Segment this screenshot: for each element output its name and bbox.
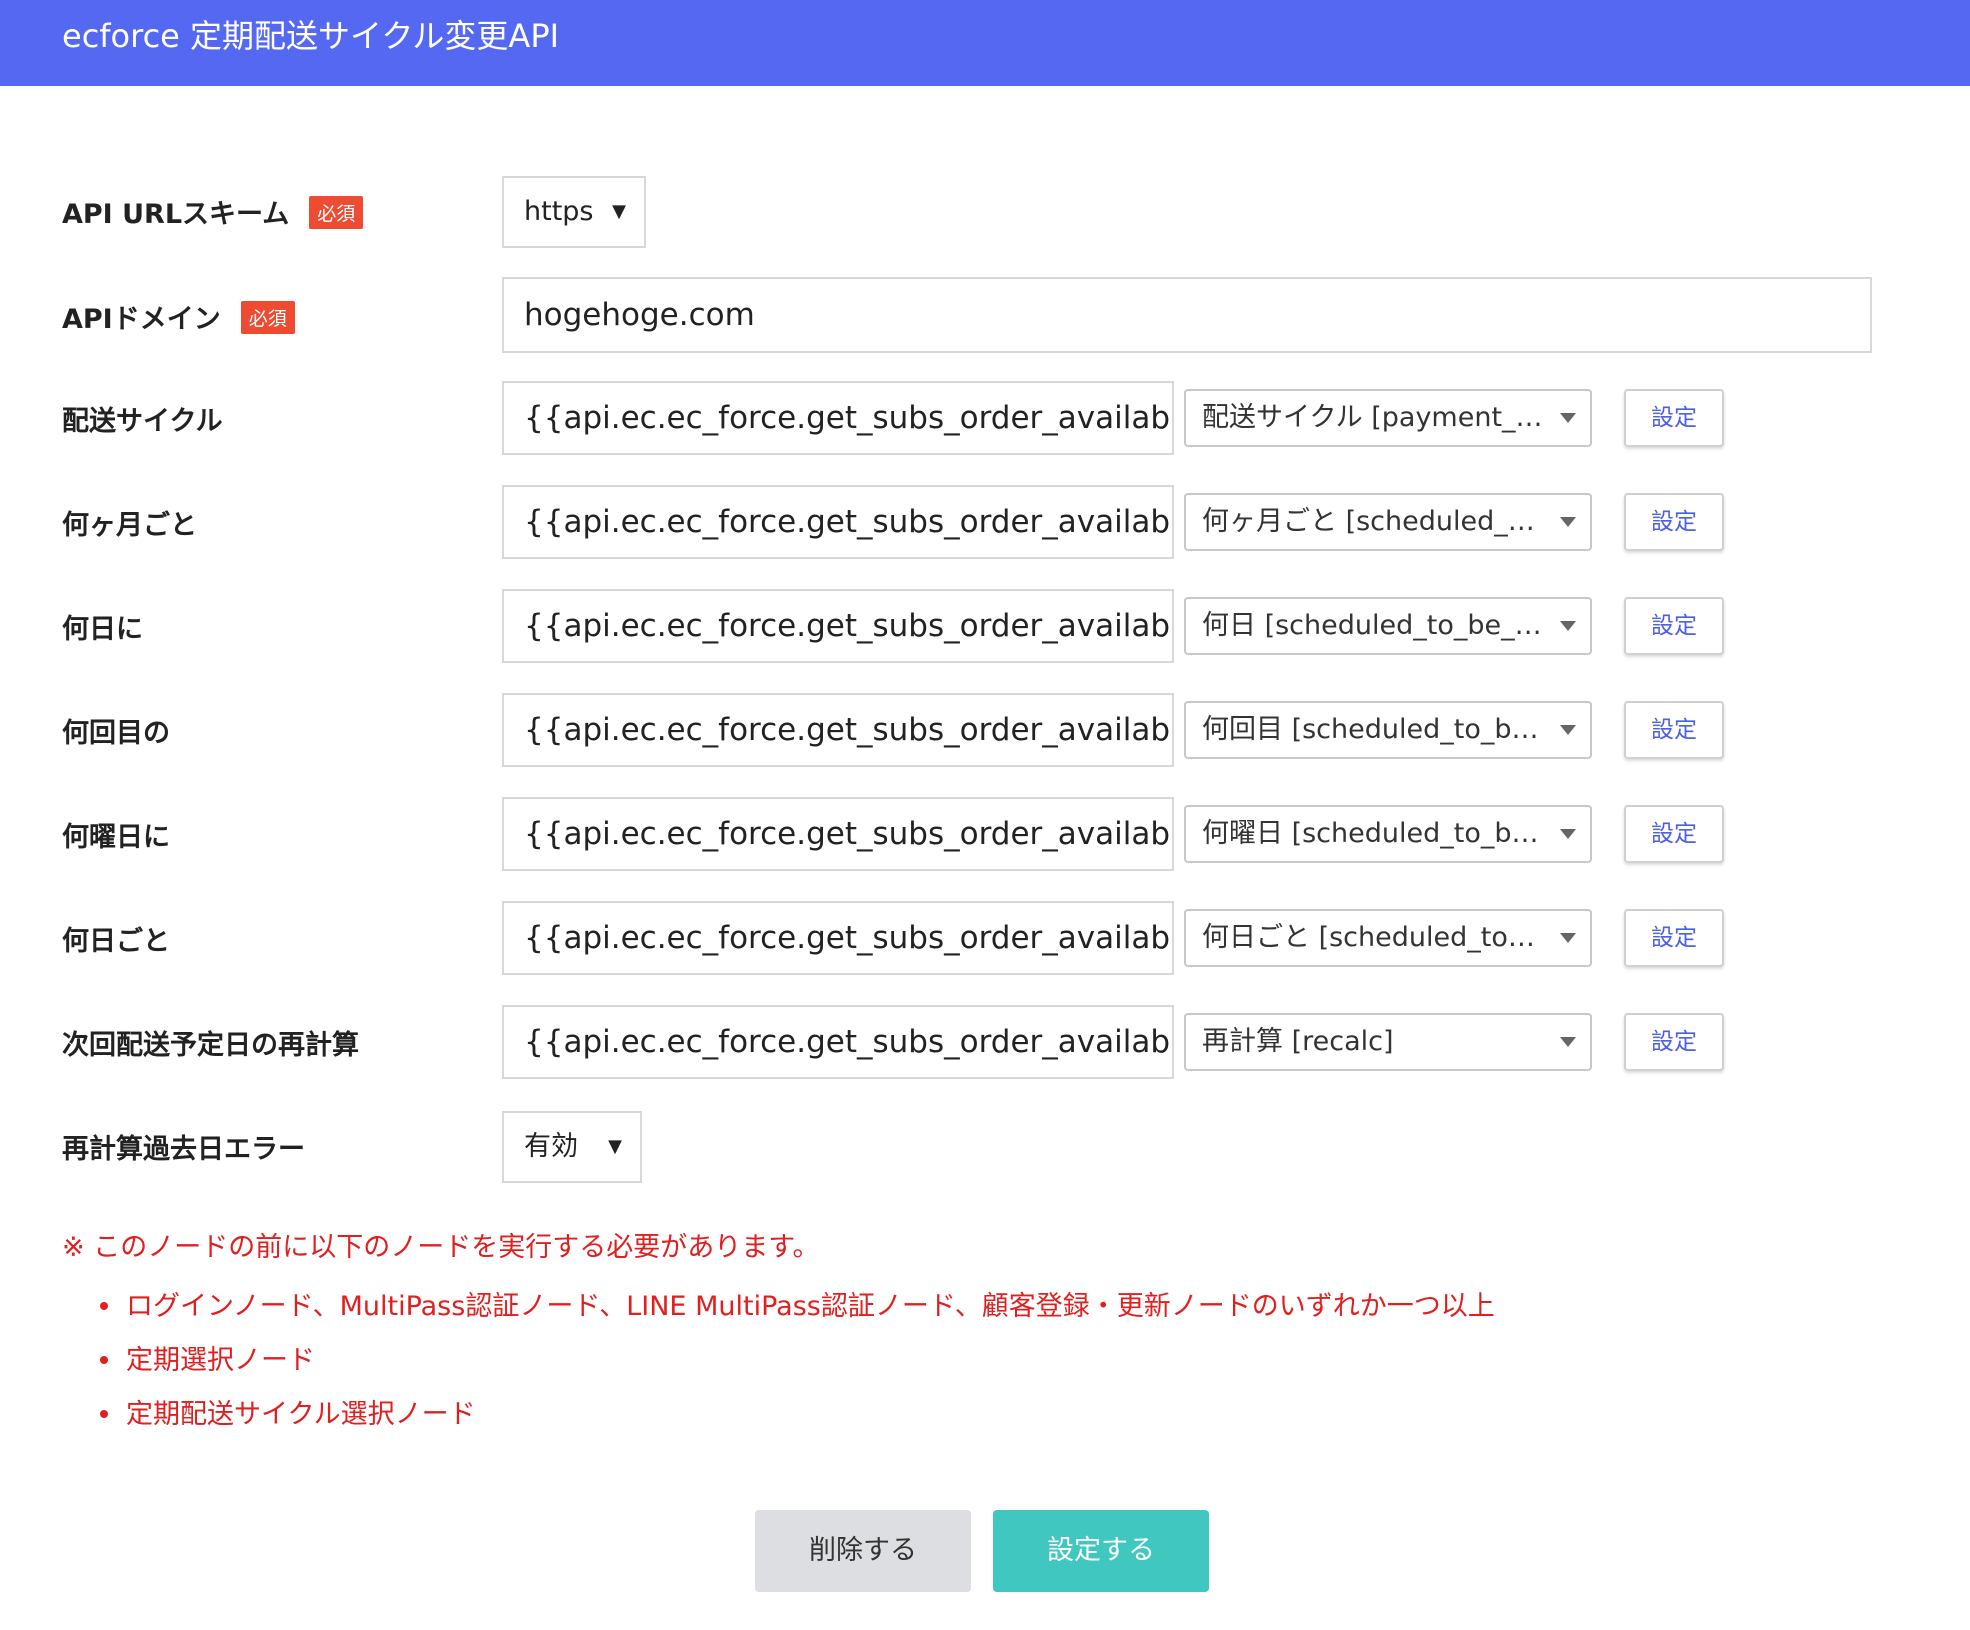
form-row-every-months: 何ヶ月ごと {{api.ec.ec_force.get_subs_order_a…	[62, 485, 1922, 559]
every-days-input[interactable]: {{api.ec.ec_force.get_subs_order_availab…	[502, 901, 1174, 975]
delivery-cycle-set-button[interactable]: 設定	[1624, 389, 1724, 447]
caret-down-icon	[1560, 933, 1576, 943]
page-header: ecforce 定期配送サイクル変更API	[0, 0, 1970, 86]
day-of-week-input[interactable]: {{api.ec.ec_force.get_subs_order_availab…	[502, 797, 1174, 871]
url-scheme-label: API URLスキーム 必須	[62, 192, 364, 232]
day-of-week-set-button[interactable]: 設定	[1624, 805, 1724, 863]
form-row-nth-week: 何回目の {{api.ec.ec_force.get_subs_order_av…	[62, 693, 1922, 767]
submit-button[interactable]: 設定する	[993, 1510, 1209, 1592]
form-row-url-scheme: API URLスキーム 必須 https ▼	[62, 176, 1922, 248]
caret-down-icon	[1560, 621, 1576, 631]
form-row-api-domain: APIドメイン 必須 hogehoge.com	[62, 277, 1922, 353]
day-of-month-label: 何日に	[62, 614, 143, 645]
recalc-set-button[interactable]: 設定	[1624, 1013, 1724, 1071]
list-item: ログインノード、MultiPass認証ノード、LINE MultiPass認証ノ…	[100, 1280, 1495, 1334]
form-row-delivery-cycle: 配送サイクル {{api.ec.ec_force.get_subs_order_…	[62, 381, 1922, 455]
form-row-day-of-week: 何曜日に {{api.ec.ec_force.get_subs_order_av…	[62, 797, 1922, 871]
recalc-label: 次回配送予定日の再計算	[62, 1030, 359, 1061]
bullet-icon	[100, 1302, 108, 1310]
dropdown-arrow-icon: ▼	[608, 1136, 622, 1157]
caret-down-icon	[1560, 829, 1576, 839]
form-row-past-date-error: 再計算過去日エラー 有効 ▼	[62, 1111, 1922, 1183]
url-scheme-select[interactable]: https ▼	[502, 176, 646, 248]
delivery-cycle-input[interactable]: {{api.ec.ec_force.get_subs_order_availab…	[502, 381, 1174, 455]
required-badge: 必須	[240, 301, 295, 334]
required-badge: 必須	[309, 196, 364, 229]
list-item: 定期選択ノード	[100, 1334, 1495, 1388]
day-of-week-select[interactable]: 何曜日 [scheduled_to_b…	[1184, 805, 1592, 863]
day-of-month-select[interactable]: 何日 [scheduled_to_be_…	[1184, 597, 1592, 655]
delivery-cycle-select[interactable]: 配送サイクル [payment_…	[1184, 389, 1592, 447]
every-months-input[interactable]: {{api.ec.ec_force.get_subs_order_availab…	[502, 485, 1174, 559]
nth-week-input[interactable]: {{api.ec.ec_force.get_subs_order_availab…	[502, 693, 1174, 767]
form-row-day-of-month: 何日に {{api.ec.ec_force.get_subs_order_ava…	[62, 589, 1922, 663]
every-months-select[interactable]: 何ヶ月ごと [scheduled_…	[1184, 493, 1592, 551]
every-days-select[interactable]: 何日ごと [scheduled_to…	[1184, 909, 1592, 967]
list-item: 定期配送サイクル選択ノード	[100, 1388, 1495, 1442]
page-title: ecforce 定期配送サイクル変更API	[62, 17, 560, 55]
recalc-input[interactable]: {{api.ec.ec_force.get_subs_order_availab…	[502, 1005, 1174, 1079]
prerequisite-notice: ※ このノードの前に以下のノードを実行する必要があります。	[62, 1232, 820, 1263]
past-date-error-label: 再計算過去日エラー	[62, 1134, 305, 1165]
caret-down-icon	[1560, 413, 1576, 423]
nth-week-label: 何回目の	[62, 718, 170, 749]
day-of-month-set-button[interactable]: 設定	[1624, 597, 1724, 655]
nth-week-select[interactable]: 何回目 [scheduled_to_b…	[1184, 701, 1592, 759]
caret-down-icon	[1560, 725, 1576, 735]
api-domain-input[interactable]: hogehoge.com	[502, 277, 1872, 353]
form-row-recalc: 次回配送予定日の再計算 {{api.ec.ec_force.get_subs_o…	[62, 1005, 1922, 1079]
form-row-every-days: 何日ごと {{api.ec.ec_force.get_subs_order_av…	[62, 901, 1922, 975]
day-of-month-input[interactable]: {{api.ec.ec_force.get_subs_order_availab…	[502, 589, 1174, 663]
every-months-label: 何ヶ月ごと	[62, 510, 197, 541]
bullet-icon	[100, 1356, 108, 1364]
past-date-error-select[interactable]: 有効 ▼	[502, 1111, 642, 1183]
every-days-set-button[interactable]: 設定	[1624, 909, 1724, 967]
api-domain-label: APIドメイン 必須	[62, 297, 295, 337]
dropdown-arrow-icon: ▼	[612, 201, 626, 222]
caret-down-icon	[1560, 1037, 1576, 1047]
nth-week-set-button[interactable]: 設定	[1624, 701, 1724, 759]
caret-down-icon	[1560, 517, 1576, 527]
bullet-icon	[100, 1410, 108, 1418]
prerequisite-list: ログインノード、MultiPass認証ノード、LINE MultiPass認証ノ…	[100, 1280, 1495, 1442]
delivery-cycle-label: 配送サイクル	[62, 406, 223, 437]
recalc-select[interactable]: 再計算 [recalc]	[1184, 1013, 1592, 1071]
day-of-week-label: 何曜日に	[62, 822, 170, 853]
every-months-set-button[interactable]: 設定	[1624, 493, 1724, 551]
delete-button[interactable]: 削除する	[755, 1510, 971, 1592]
every-days-label: 何日ごと	[62, 926, 170, 957]
